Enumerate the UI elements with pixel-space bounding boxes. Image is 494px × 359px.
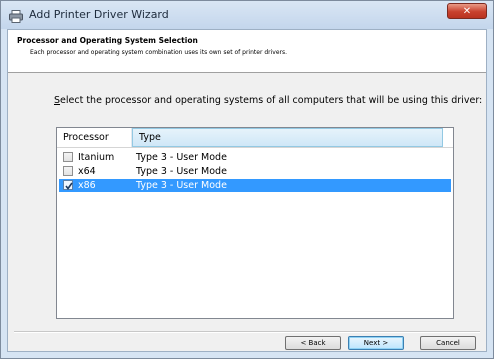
instruction-rest: elect the processor and operating system… [60, 95, 483, 106]
printer-icon [9, 8, 23, 23]
title-bar[interactable]: Add Printer Driver Wizard ✕ [1, 1, 493, 29]
x86-checkbox[interactable] [63, 180, 73, 190]
list-header: Processor Type [57, 128, 453, 148]
processor-listview[interactable]: Processor Type Itanium Type 3 - User Mod… [56, 127, 454, 319]
next-button[interactable]: Next > [348, 336, 404, 350]
x64-checkbox[interactable] [63, 166, 73, 176]
row-type: Type 3 - User Mode [136, 180, 227, 191]
row-processor: Itanium [78, 152, 115, 163]
list-row-itanium[interactable]: Itanium Type 3 - User Mode [59, 151, 451, 164]
column-header-processor[interactable]: Processor [57, 128, 132, 147]
itanium-checkbox[interactable] [63, 152, 73, 162]
close-button[interactable]: ✕ [447, 3, 487, 19]
instruction-text: Select the processor and operating syste… [54, 95, 482, 106]
wizard-body: Processor and Operating System Selection… [7, 29, 487, 352]
list-row-x86[interactable]: x86 Type 3 - User Mode [59, 179, 451, 192]
column-header-type[interactable]: Type [132, 128, 443, 147]
wizard-window: Add Printer Driver Wizard ✕ Processor an… [0, 0, 494, 359]
page-title: Processor and Operating System Selection [17, 36, 198, 45]
back-button[interactable]: < Back [285, 336, 341, 350]
list-row-x64[interactable]: x64 Type 3 - User Mode [59, 165, 451, 178]
page-subtitle: Each processor and operating system comb… [30, 49, 288, 56]
row-processor: x86 [78, 180, 96, 191]
wizard-header: Processor and Operating System Selection… [8, 30, 486, 73]
checkmark-icon [65, 182, 73, 190]
cancel-button[interactable]: Cancel [420, 336, 476, 350]
window-title: Add Printer Driver Wizard [29, 8, 169, 21]
button-separator [14, 331, 480, 333]
row-processor: x64 [78, 166, 96, 177]
row-type: Type 3 - User Mode [136, 166, 227, 177]
row-type: Type 3 - User Mode [136, 152, 227, 163]
